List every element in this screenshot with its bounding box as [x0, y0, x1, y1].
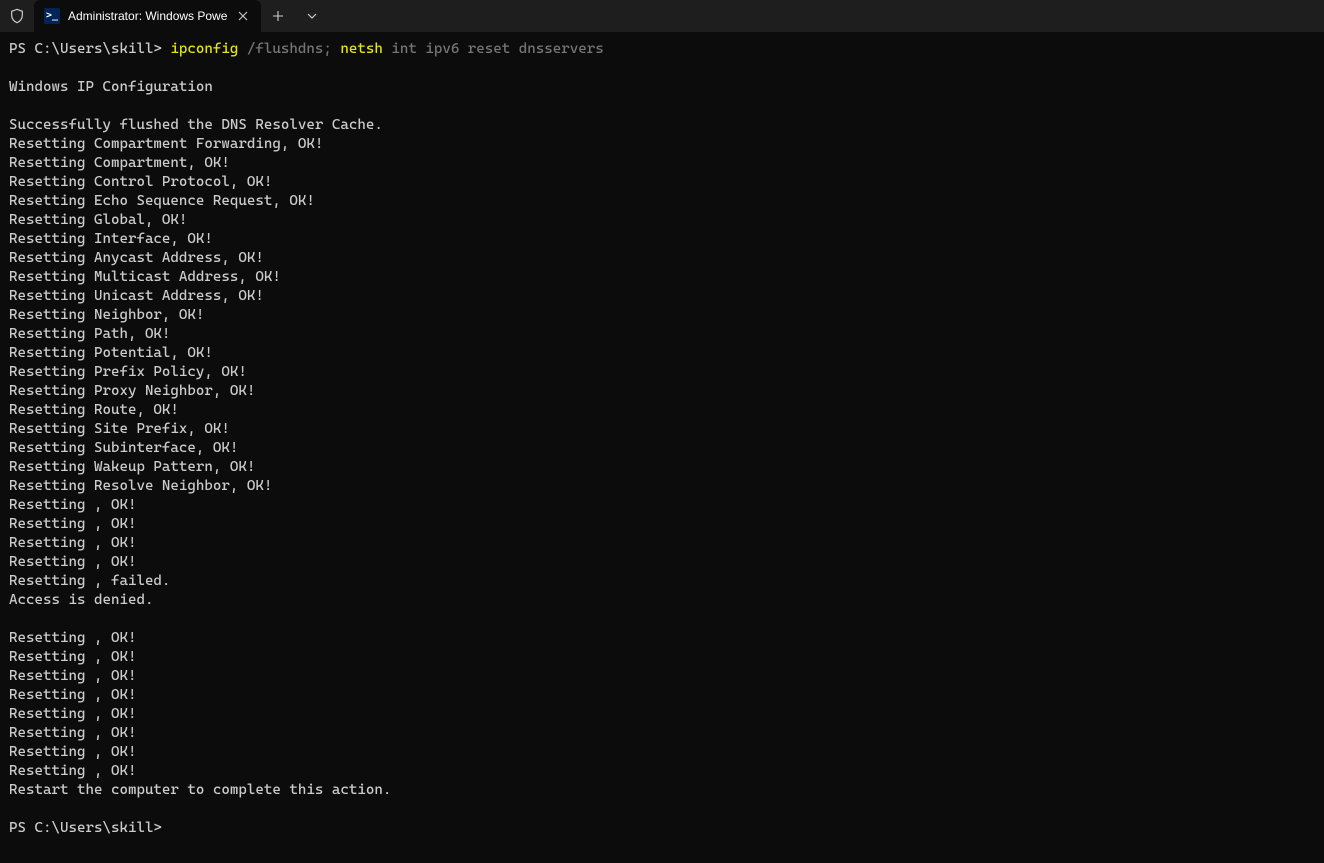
- tab-close-button[interactable]: [233, 6, 253, 26]
- admin-shield-icon: [0, 0, 34, 32]
- active-tab[interactable]: >_ Administrator: Windows Powe: [34, 0, 261, 32]
- powershell-icon: >_: [44, 8, 60, 24]
- prompt-line-1: PS C:\Users\skill> ipconfig /flushdns; n…: [9, 41, 604, 57]
- new-tab-button[interactable]: [261, 0, 295, 32]
- tab-title: Administrator: Windows Powe: [68, 9, 227, 23]
- tab-dropdown-button[interactable]: [295, 0, 329, 32]
- terminal-output-area[interactable]: PS C:\Users\skill> ipconfig /flushdns; n…: [0, 32, 1324, 846]
- prompt-line-2: PS C:\Users\skill>: [9, 820, 162, 836]
- tab-actions: [261, 0, 329, 32]
- titlebar: >_ Administrator: Windows Powe: [0, 0, 1324, 32]
- command-output: Windows IP Configuration Successfully fl…: [9, 79, 391, 798]
